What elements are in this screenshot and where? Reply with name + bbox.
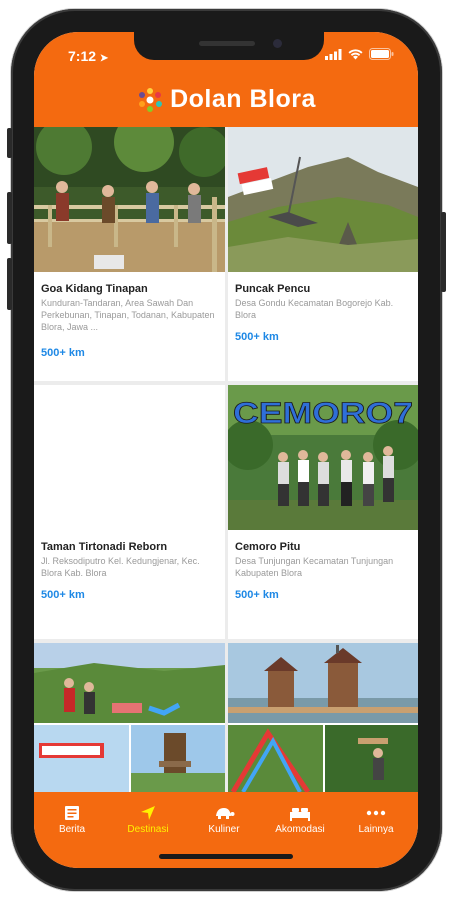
- destination-card[interactable]: [228, 643, 418, 792]
- destination-address: Desa Gondu Kecamatan Bogorejo Kab. Blora: [235, 298, 394, 320]
- nav-label: Kuliner: [208, 824, 240, 835]
- destination-distance: 500+ km: [41, 589, 85, 601]
- status-time: 7:12 ➤: [68, 48, 109, 64]
- nav-item-destinasi[interactable]: Destinasi: [112, 802, 184, 835]
- nav-label: Akomodasi: [275, 824, 325, 835]
- destination-distance: 500+ km: [41, 347, 85, 359]
- brand-name: Dolan Blora: [170, 85, 316, 113]
- turtle-icon: [188, 802, 260, 824]
- destination-title: Puncak Pencu: [235, 283, 311, 295]
- nav-item-lainnya[interactable]: Lainnya: [340, 802, 412, 835]
- nav-item-akomodasi[interactable]: Akomodasi: [264, 802, 336, 835]
- destination-photo: CEMORO7: [228, 385, 418, 530]
- destination-photo: [34, 127, 225, 272]
- destination-distance: 500+ km: [235, 331, 279, 343]
- destination-address: Jl. Reksodiputro Kel. Kedungjenar, Kec. …: [41, 556, 200, 578]
- camera: [273, 39, 282, 48]
- notch: [134, 32, 324, 60]
- destination-distance: 500+ km: [235, 589, 279, 601]
- brand-logo-icon: [139, 87, 163, 112]
- location-arrow-icon: ➤: [99, 53, 109, 64]
- destination-address: Desa Tunjungan Kecamatan Tunjungan Kabup…: [235, 556, 394, 578]
- wifi-icon: [348, 48, 363, 59]
- destination-title: Cemoro Pitu: [235, 541, 301, 553]
- destination-photo-placeholder: [34, 385, 225, 530]
- brand: Dolan Blora: [34, 85, 418, 114]
- volume-down-button: [7, 258, 12, 310]
- destination-card[interactable]: [34, 643, 225, 792]
- more-dots-icon: [340, 802, 412, 824]
- nav-item-berita[interactable]: Berita: [36, 802, 108, 835]
- destination-title: Taman Tirtonadi Reborn: [41, 541, 168, 553]
- destination-photo-collage: [34, 643, 225, 792]
- destination-title: Goa Kidang Tinapan: [41, 283, 148, 295]
- destination-card[interactable]: CEMORO7 Cemoro Pitu Desa Tunjungan Kecam…: [228, 385, 418, 639]
- nav-item-kuliner[interactable]: Kuliner: [188, 802, 260, 835]
- destination-card[interactable]: Taman Tirtonadi Reborn Jl. Reksodiputro …: [34, 385, 225, 639]
- destination-grid[interactable]: Goa Kidang Tinapan Kunduran-Tandaran, Ar…: [34, 127, 418, 792]
- volume-up-button: [7, 192, 12, 244]
- home-indicator[interactable]: [159, 854, 293, 859]
- signal-icon: [325, 48, 342, 60]
- app-header: 7:12 ➤ Dolan Blora: [34, 32, 418, 127]
- cemoro-sign: CEMORO7: [233, 397, 413, 430]
- destination-photo: [228, 127, 418, 272]
- status-indicators: [325, 48, 394, 60]
- nav-label: Destinasi: [127, 824, 169, 835]
- destination-address: Kunduran-Tandaran, Area Sawah Dan Perkeb…: [41, 298, 215, 332]
- power-button: [441, 212, 446, 292]
- mute-switch: [7, 128, 12, 158]
- nav-label: Lainnya: [358, 824, 394, 835]
- battery-icon: [369, 48, 394, 60]
- speaker: [199, 41, 255, 46]
- nav-label: Berita: [58, 824, 86, 835]
- bed-icon: [264, 802, 336, 824]
- navigation-arrow-icon: [112, 802, 184, 824]
- destination-card[interactable]: Puncak Pencu Desa Gondu Kecamatan Bogore…: [228, 127, 418, 381]
- newspaper-icon: [36, 802, 108, 824]
- destination-photo-collage: [228, 643, 418, 792]
- destination-card[interactable]: Goa Kidang Tinapan Kunduran-Tandaran, Ar…: [34, 127, 225, 381]
- screen: 7:12 ➤ Dolan Blora Goa Kidang Tinapan Ku…: [34, 32, 418, 868]
